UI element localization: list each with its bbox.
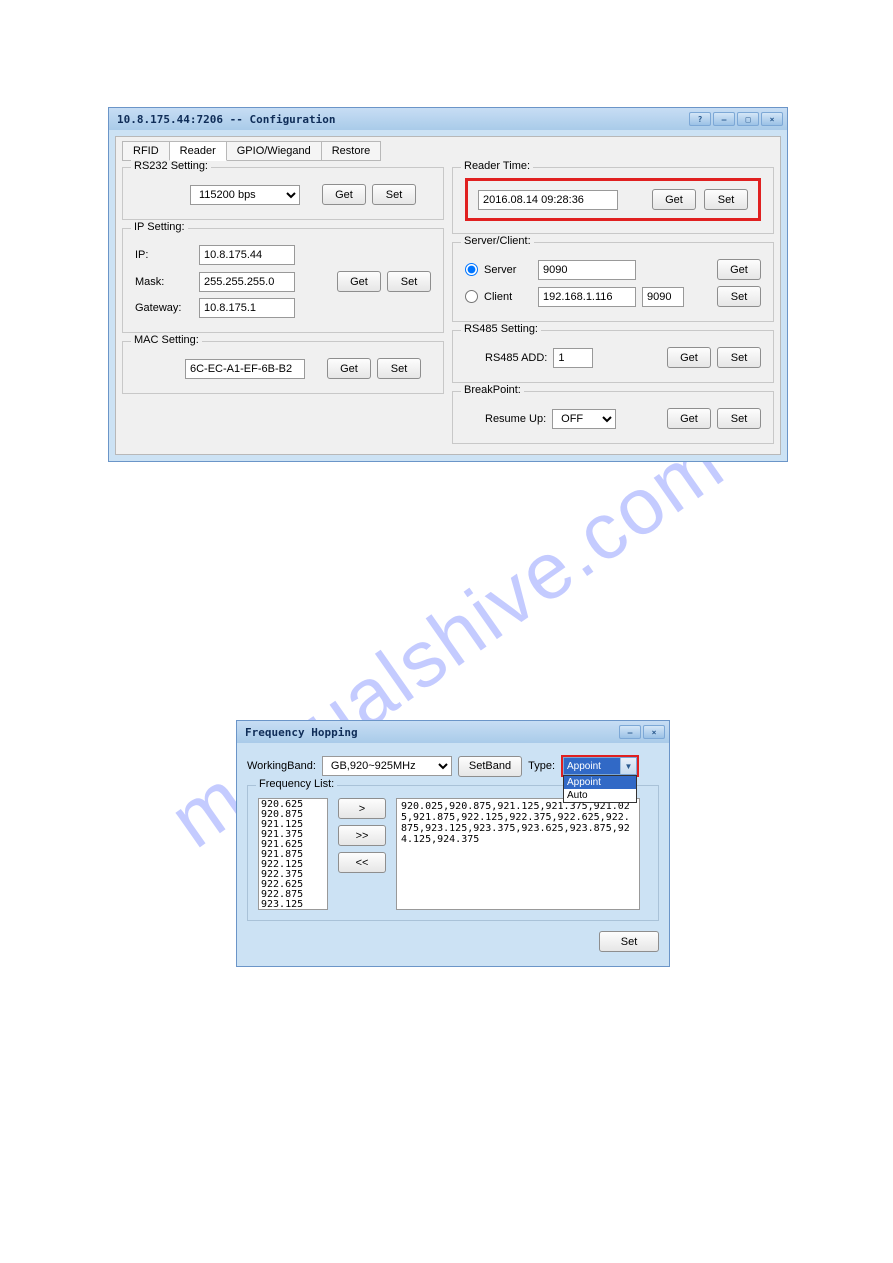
freq-titlebar: Frequency Hopping — × bbox=[237, 721, 669, 743]
rs232-set-button[interactable]: Set bbox=[372, 184, 416, 205]
type-option-auto[interactable]: Auto bbox=[564, 789, 636, 802]
available-freq-listbox[interactable]: 920.625 920.875 921.125 921.375 921.625 … bbox=[258, 798, 328, 910]
freq-hopping-window: Frequency Hopping — × WorkingBand: GB,92… bbox=[236, 720, 670, 967]
minimize-icon[interactable]: — bbox=[713, 112, 735, 126]
config-titlebar: 10.8.175.44:7206 -- Configuration ? — □ … bbox=[109, 108, 787, 130]
mac-get-button[interactable]: Get bbox=[327, 358, 371, 379]
chevron-down-icon[interactable]: ▼ bbox=[620, 758, 636, 774]
reader-time-group: Reader Time: Get Set bbox=[452, 167, 774, 234]
breakpoint-group: BreakPoint: Resume Up: OFF Get Set bbox=[452, 391, 774, 444]
reader-time-get-button[interactable]: Get bbox=[652, 189, 696, 210]
rs485-get-button[interactable]: Get bbox=[667, 347, 711, 368]
breakpoint-title: BreakPoint: bbox=[461, 384, 524, 396]
mac-input[interactable] bbox=[185, 359, 305, 379]
move-all-right-button[interactable]: >> bbox=[338, 825, 386, 846]
freq-title: Frequency Hopping bbox=[245, 726, 358, 739]
workingband-label: WorkingBand: bbox=[247, 760, 316, 772]
rs485-add-input[interactable] bbox=[553, 348, 593, 368]
reader-time-highlight: Get Set bbox=[465, 178, 761, 221]
rs485-add-label: RS485 ADD: bbox=[485, 352, 547, 364]
mask-input[interactable] bbox=[199, 272, 295, 292]
move-all-left-button[interactable]: << bbox=[338, 852, 386, 873]
ip-label: IP: bbox=[135, 249, 193, 261]
gateway-input[interactable] bbox=[199, 298, 295, 318]
workingband-select[interactable]: GB,920~925MHz bbox=[322, 756, 452, 776]
reader-time-set-button[interactable]: Set bbox=[704, 189, 748, 210]
ip-set-button[interactable]: Set bbox=[387, 271, 431, 292]
freq-minimize-icon[interactable]: — bbox=[619, 725, 641, 739]
gateway-label: Gateway: bbox=[135, 302, 193, 314]
rs232-group: RS232 Setting: 115200 bps Get Set bbox=[122, 167, 444, 220]
ip-input[interactable] bbox=[199, 245, 295, 265]
ip-title: IP Setting: bbox=[131, 221, 188, 233]
tab-panel: RFID Reader GPIO/Wiegand Restore RS232 S… bbox=[115, 136, 781, 455]
setband-button[interactable]: SetBand bbox=[458, 756, 522, 777]
rs485-title: RS485 Setting: bbox=[461, 323, 541, 335]
rs232-title: RS232 Setting: bbox=[131, 160, 211, 172]
tab-gpio[interactable]: GPIO/Wiegand bbox=[226, 141, 322, 161]
server-client-group: Server/Client: Server Get Client bbox=[452, 242, 774, 322]
help-icon[interactable]: ? bbox=[689, 112, 711, 126]
server-port-input[interactable] bbox=[538, 260, 636, 280]
server-client-title: Server/Client: bbox=[461, 235, 534, 247]
sc-get-button[interactable]: Get bbox=[717, 259, 761, 280]
mask-label: Mask: bbox=[135, 276, 193, 288]
ip-get-button[interactable]: Get bbox=[337, 271, 381, 292]
tab-rfid[interactable]: RFID bbox=[122, 141, 170, 161]
type-option-appoint[interactable]: Appoint bbox=[564, 776, 636, 789]
list-item[interactable]: 923.125 bbox=[261, 900, 325, 910]
tab-reader[interactable]: Reader bbox=[169, 141, 227, 161]
type-dropdown[interactable]: Appoint ▼ Appoint Auto bbox=[561, 755, 639, 777]
reader-time-title: Reader Time: bbox=[461, 160, 533, 172]
type-label: Type: bbox=[528, 760, 555, 772]
server-label: Server bbox=[484, 264, 532, 276]
rs232-get-button[interactable]: Get bbox=[322, 184, 366, 205]
selected-freq-textarea[interactable]: 920.025,920.875,921.125,921.375,921.025,… bbox=[396, 798, 640, 910]
mac-title: MAC Setting: bbox=[131, 334, 202, 346]
type-selected: Appoint bbox=[564, 758, 620, 774]
close-icon[interactable]: × bbox=[761, 112, 783, 126]
tab-restore[interactable]: Restore bbox=[321, 141, 382, 161]
config-title: 10.8.175.44:7206 -- Configuration bbox=[117, 113, 336, 126]
reader-time-input[interactable] bbox=[478, 190, 618, 210]
client-port-input[interactable] bbox=[642, 287, 684, 307]
baud-select[interactable]: 115200 bps bbox=[190, 185, 300, 205]
freq-list-group: Frequency List: 920.625 920.875 921.125 … bbox=[247, 785, 659, 921]
mac-set-button[interactable]: Set bbox=[377, 358, 421, 379]
type-dropdown-list: Appoint Auto bbox=[563, 775, 637, 803]
rs485-group: RS485 Setting: RS485 ADD: Get Set bbox=[452, 330, 774, 383]
ip-group: IP Setting: IP: Mask: Get Set bbox=[122, 228, 444, 333]
client-radio[interactable] bbox=[465, 290, 478, 303]
mac-group: MAC Setting: Get Set bbox=[122, 341, 444, 394]
freq-list-title: Frequency List: bbox=[256, 778, 337, 790]
rs485-set-button[interactable]: Set bbox=[717, 347, 761, 368]
bp-get-button[interactable]: Get bbox=[667, 408, 711, 429]
server-radio[interactable] bbox=[465, 263, 478, 276]
resume-up-label: Resume Up: bbox=[485, 413, 546, 425]
resume-up-select[interactable]: OFF bbox=[552, 409, 616, 429]
bp-set-button[interactable]: Set bbox=[717, 408, 761, 429]
client-ip-input[interactable] bbox=[538, 287, 636, 307]
move-right-button[interactable]: > bbox=[338, 798, 386, 819]
configuration-window: 10.8.175.44:7206 -- Configuration ? — □ … bbox=[108, 107, 788, 462]
client-label: Client bbox=[484, 291, 532, 303]
freq-close-icon[interactable]: × bbox=[643, 725, 665, 739]
sc-set-button[interactable]: Set bbox=[717, 286, 761, 307]
maximize-icon[interactable]: □ bbox=[737, 112, 759, 126]
freq-set-button[interactable]: Set bbox=[599, 931, 659, 952]
